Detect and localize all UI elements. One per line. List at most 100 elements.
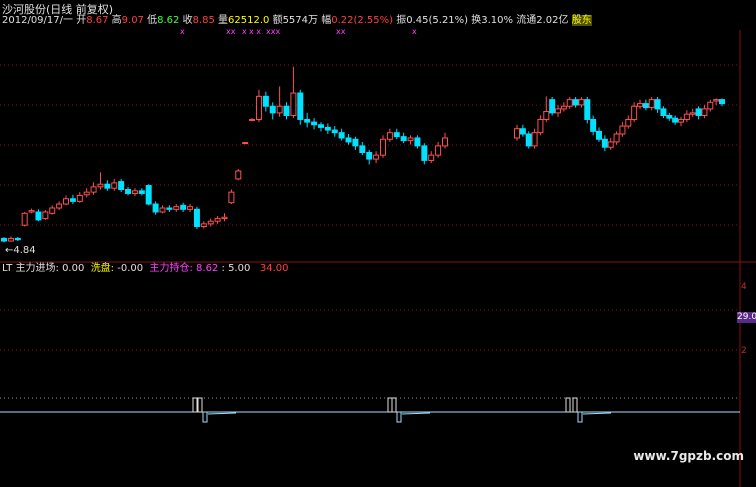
candle-body bbox=[519, 128, 526, 135]
candle-body bbox=[596, 130, 602, 140]
indicator-bar-up bbox=[565, 397, 571, 413]
float-value: 2.02亿 bbox=[536, 15, 569, 26]
candle-body bbox=[255, 95, 262, 120]
price-grid bbox=[0, 30, 756, 487]
candle-body bbox=[689, 112, 696, 115]
marker-7: x bbox=[412, 27, 417, 36]
candle-body bbox=[421, 145, 428, 161]
indicator-tail bbox=[207, 412, 237, 415]
candle-body bbox=[242, 142, 249, 145]
candle-body bbox=[193, 208, 200, 227]
marker-4: x x bbox=[249, 27, 262, 36]
indicator-bar-down bbox=[577, 411, 583, 423]
float-label: 流通 bbox=[516, 15, 537, 26]
candle-body bbox=[42, 211, 49, 220]
candle-body bbox=[359, 145, 366, 153]
candle-body bbox=[566, 99, 573, 107]
candle-body bbox=[531, 132, 538, 147]
swing-value: 0.45(5.21%) bbox=[406, 15, 469, 26]
candle-body bbox=[407, 137, 414, 142]
close-value: 8.85 bbox=[192, 15, 215, 26]
candle-body bbox=[207, 220, 214, 225]
marker-3: x bbox=[242, 27, 247, 36]
candle-body bbox=[625, 118, 632, 127]
candle-body bbox=[442, 137, 448, 147]
candle-body bbox=[35, 211, 42, 221]
candle-body bbox=[166, 207, 173, 210]
open-value: 8.67 bbox=[86, 15, 109, 26]
change-label: 幅 bbox=[321, 15, 332, 26]
amount-value: 5574万 bbox=[282, 15, 319, 26]
low-price-marker: ←4.84 bbox=[5, 245, 36, 256]
candle-body bbox=[525, 133, 532, 147]
close-label: 收 bbox=[182, 15, 193, 26]
indicator-prefix: LT bbox=[2, 263, 13, 274]
main-hold-label: 主力持仓: bbox=[149, 263, 193, 274]
candle-body bbox=[366, 152, 373, 160]
candle-body bbox=[701, 108, 708, 117]
candle-body bbox=[683, 113, 690, 120]
candle-body bbox=[297, 92, 304, 120]
turnover-value: 3.10% bbox=[481, 15, 514, 26]
candle-body bbox=[713, 99, 720, 102]
main-hold-value: 8.62 bbox=[196, 263, 219, 274]
low-value: 8.62 bbox=[157, 15, 180, 26]
candle-body bbox=[14, 237, 21, 241]
candle-body bbox=[187, 206, 194, 210]
volume-label: 量 bbox=[218, 15, 229, 26]
candle-body bbox=[173, 206, 180, 210]
candle-body bbox=[214, 218, 221, 222]
candle-body bbox=[290, 92, 297, 116]
candle-body bbox=[707, 101, 714, 110]
candle-body bbox=[125, 189, 132, 194]
candle-body bbox=[221, 216, 228, 220]
candle-body bbox=[435, 145, 442, 156]
candle-body bbox=[613, 133, 620, 143]
candle-body bbox=[654, 99, 661, 110]
candle-body bbox=[63, 198, 70, 205]
candle-body bbox=[549, 99, 556, 114]
candle-body bbox=[7, 237, 14, 242]
candle-body bbox=[537, 118, 544, 134]
candle-body bbox=[607, 141, 614, 148]
candlestick-series bbox=[1, 66, 725, 243]
candle-body bbox=[648, 99, 655, 109]
candle-body bbox=[235, 170, 242, 180]
candle-body bbox=[304, 118, 311, 123]
candle-body bbox=[695, 108, 702, 117]
candle-body bbox=[97, 183, 104, 188]
candle-body bbox=[345, 137, 352, 143]
candle-body bbox=[428, 154, 435, 161]
indicator-axis-tick-4: 4 bbox=[741, 282, 747, 292]
candle-body bbox=[249, 118, 256, 121]
candle-body bbox=[90, 186, 97, 193]
indicator-bar-down bbox=[396, 411, 402, 423]
candle-body bbox=[584, 99, 591, 120]
candle-body bbox=[642, 103, 649, 109]
indicator-tail bbox=[401, 412, 431, 415]
candle-body bbox=[200, 223, 207, 228]
indicator-bar-up bbox=[572, 397, 578, 413]
candle-body bbox=[719, 99, 725, 105]
indicator-bar-up bbox=[197, 397, 203, 413]
indicator-value4: 5.00 bbox=[228, 263, 251, 274]
candle-body bbox=[678, 118, 684, 123]
candle-body bbox=[324, 126, 331, 131]
turnover-label: 换 bbox=[471, 15, 482, 26]
marker-6: xx bbox=[336, 27, 346, 36]
candle-body bbox=[69, 198, 76, 202]
candle-body bbox=[543, 111, 550, 120]
high-label: 高 bbox=[111, 15, 122, 26]
candle-body bbox=[631, 105, 638, 120]
indicator-bar-up bbox=[387, 397, 393, 413]
chart-canvas bbox=[0, 30, 756, 487]
main-entry-label: 主力进场: bbox=[15, 263, 59, 274]
candle-body bbox=[138, 190, 145, 194]
candle-body bbox=[228, 191, 235, 204]
amount-label: 额 bbox=[272, 15, 283, 26]
candle-body bbox=[601, 138, 608, 148]
change-value: 0.22(2.55%) bbox=[331, 15, 394, 26]
indicator-value5: 34.00 bbox=[259, 263, 289, 274]
candle-body bbox=[1, 237, 7, 242]
indicator-tail bbox=[582, 412, 612, 415]
